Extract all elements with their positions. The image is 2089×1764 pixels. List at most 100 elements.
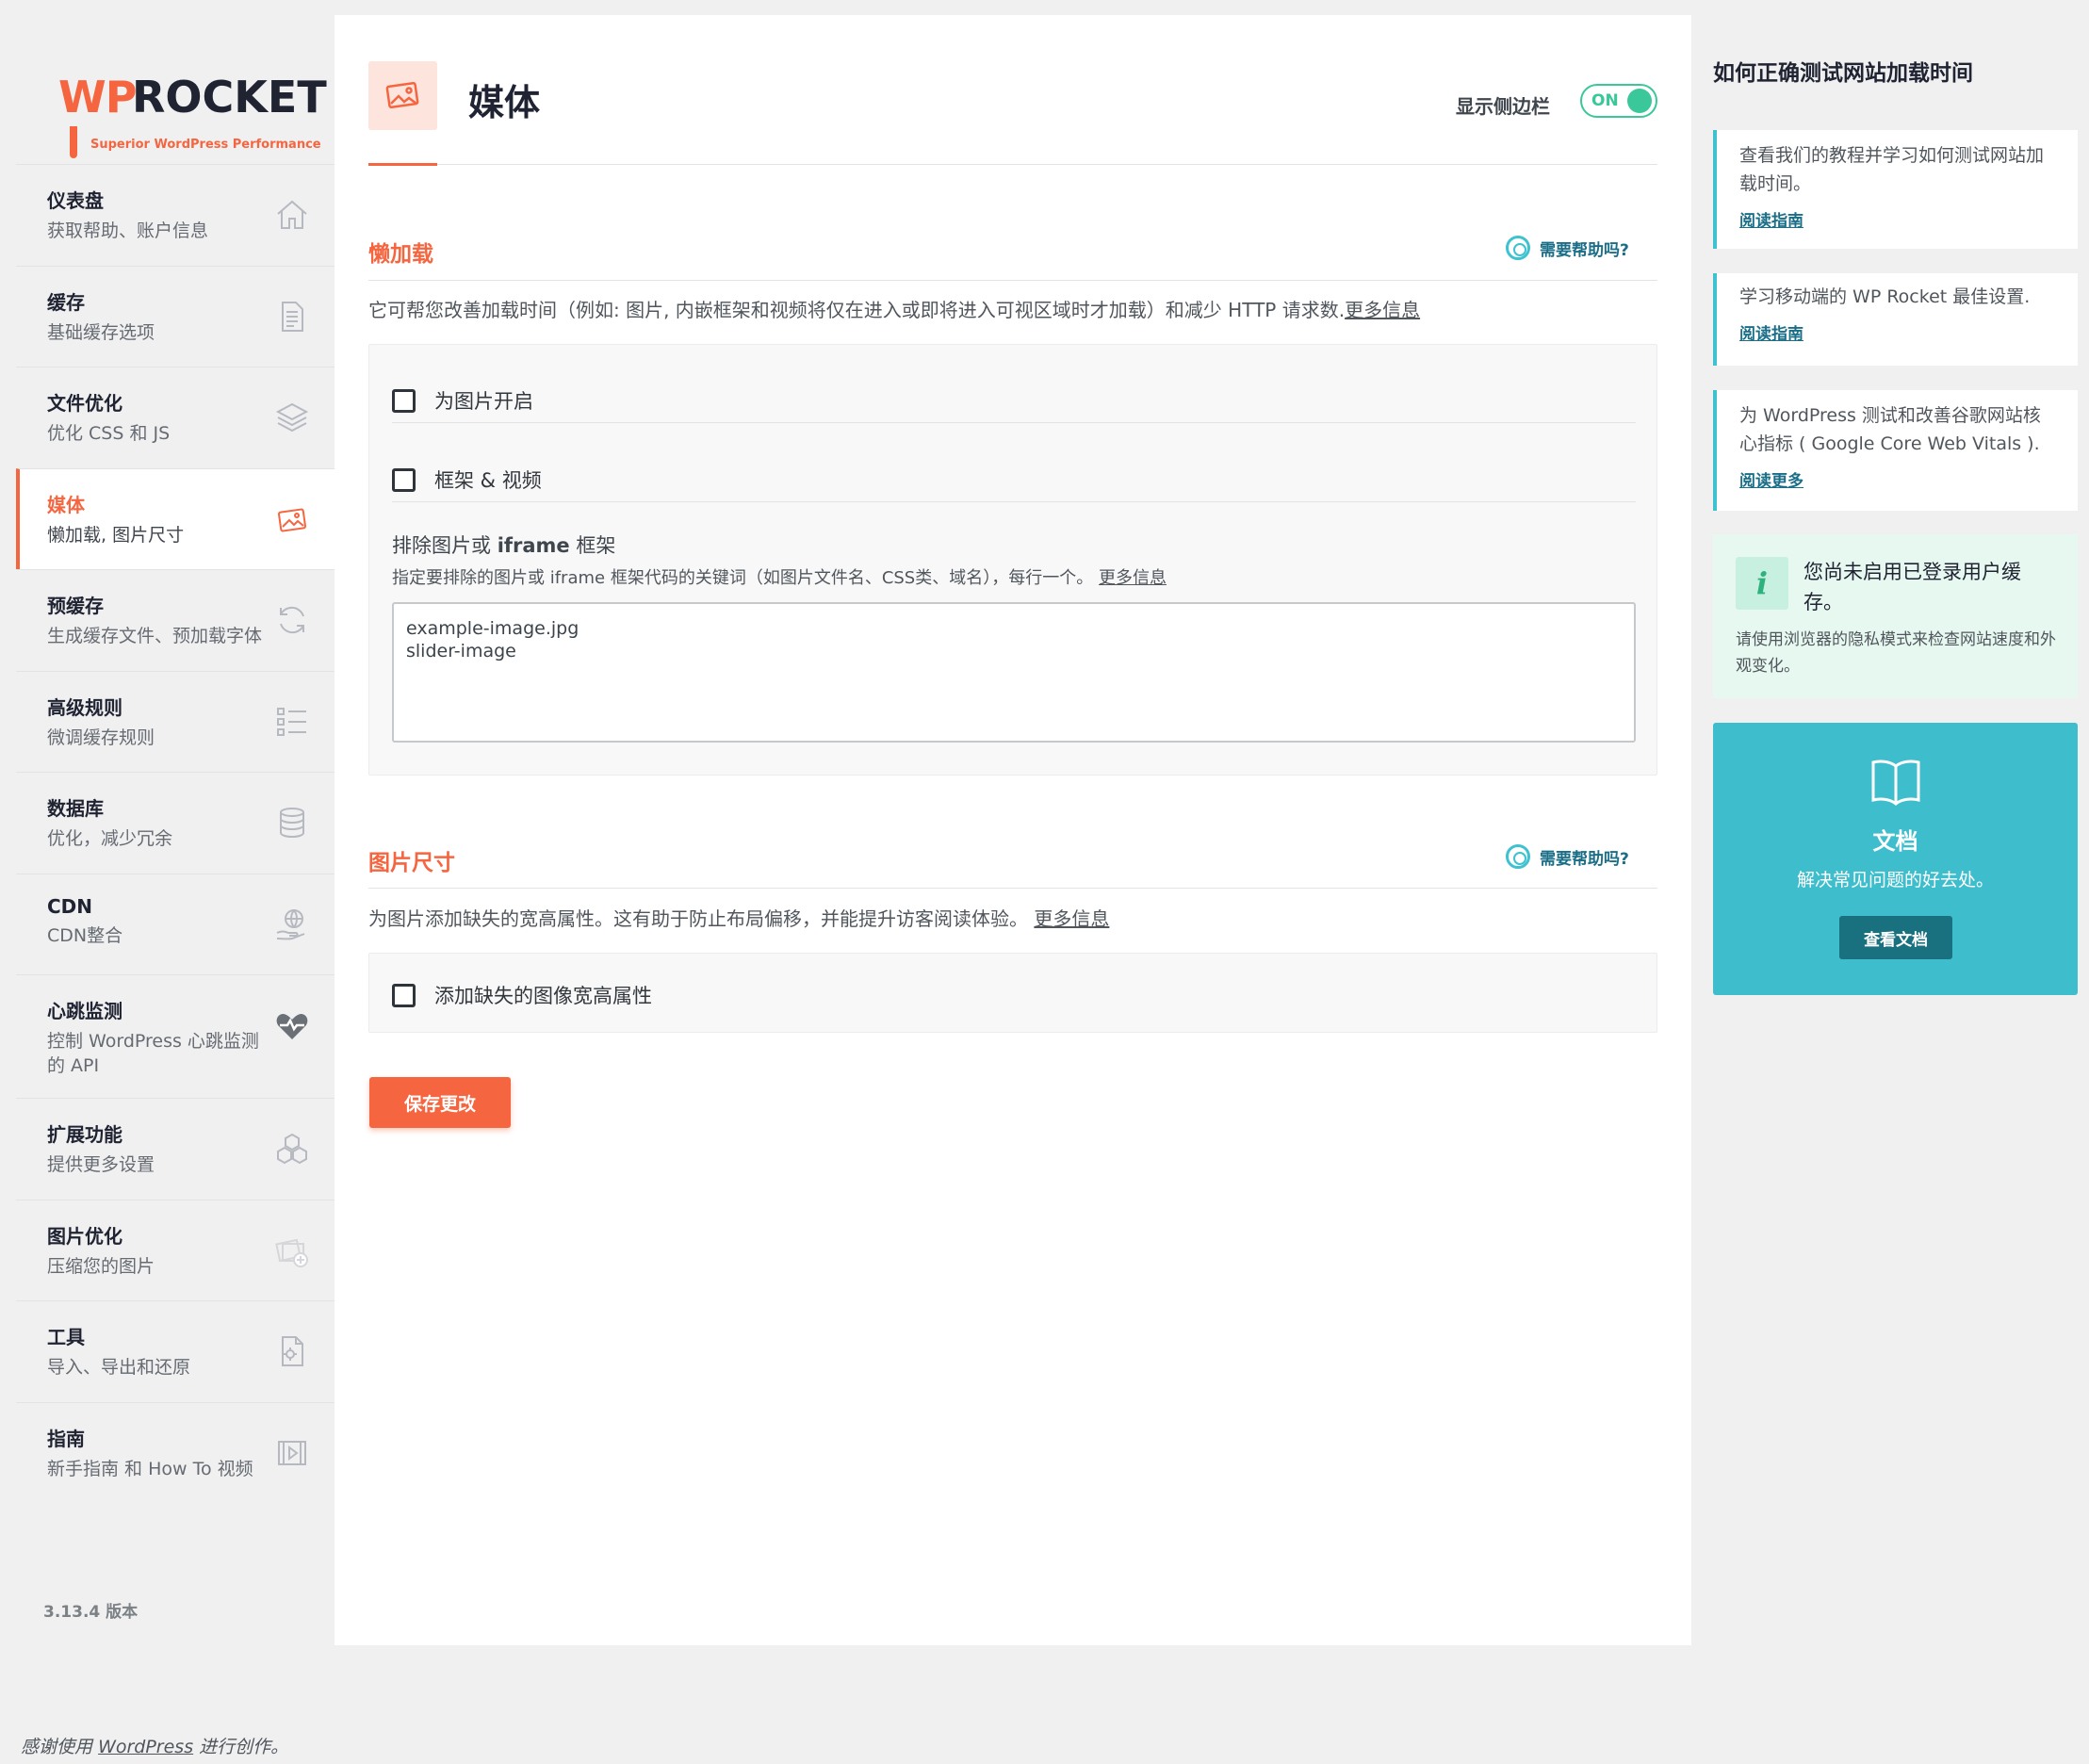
list-icon — [277, 707, 306, 736]
lifebuoy-icon — [1506, 844, 1530, 869]
video-icon — [278, 1440, 306, 1465]
header-accent — [368, 163, 437, 166]
option-lazyload-iframes[interactable]: 框架 & 视频 — [392, 466, 542, 494]
nav-item-desc: CDN整合 — [47, 924, 123, 946]
globe-hand-icon — [276, 908, 305, 939]
toggle-knob — [1627, 89, 1652, 113]
info-icon: i — [1736, 557, 1788, 610]
nav-item-desc: 新手指南 和 How To 视频 — [47, 1458, 253, 1479]
logo-rocket: ROCKET — [132, 72, 327, 122]
sidebar-nav: 仪表盘 获取帮助、账户信息 缓存 基础缓存选项 文件优化 优化 CSS 和 JS… — [16, 164, 335, 1503]
nav-item-desc: 控制 WordPress 心跳监测的 API — [47, 1031, 259, 1076]
checkbox[interactable] — [392, 467, 416, 492]
nav-item-desc: 基础缓存选项 — [47, 321, 155, 343]
nav-item-tutorials[interactable]: 指南 新手指南 和 How To 视频 — [16, 1401, 335, 1504]
exclude-desc: 指定要排除的图片或 iframe 框架代码的关键词（如图片文件名、CSS类、域名… — [392, 568, 1167, 588]
exclude-title: 排除图片或 iframe 框架 — [392, 534, 616, 557]
option-image-dimensions[interactable]: 添加缺失的图像宽高属性 — [392, 981, 652, 1009]
info-desc: 请使用浏览器的隐私模式来检查网站速度和外观变化。 — [1736, 630, 2056, 676]
home-icon — [277, 200, 307, 229]
nav-item-heartbeat[interactable]: 心跳监测 控制 WordPress 心跳监测的 API — [16, 974, 335, 1098]
nav-item-desc: 优化，减少冗余 — [47, 828, 173, 849]
guide-card: 查看我们的教程并学习如何测试网站加载时间。 阅读指南 — [1713, 130, 2078, 249]
card-text: 为 WordPress 测试和改善谷歌网站核心指标 ( Google Core … — [1739, 405, 2041, 454]
docs-panel: 文档 解决常见问题的好去处。 查看文档 — [1713, 723, 2078, 995]
page-title: 媒体 — [468, 82, 541, 123]
card-link[interactable]: 阅读指南 — [1739, 320, 2055, 344]
guide-card: 学习移动端的 WP Rocket 最佳设置. 阅读指南 — [1713, 273, 2078, 366]
nav-item-database[interactable]: 数据库 优化，减少冗余 — [16, 772, 335, 874]
nav-item-advanced-rules[interactable]: 高级规则 微调缓存规则 — [16, 670, 335, 773]
book-icon — [1871, 760, 1920, 806]
dimensions-help-link[interactable]: 需要帮助吗? — [1506, 844, 1629, 869]
nav-item-desc: 生成缓存文件、预加载字体 — [47, 626, 263, 646]
nav-item-desc: 获取帮助、账户信息 — [47, 220, 209, 241]
nav-item-media[interactable]: 媒体 懒加载, 图片尺寸 — [16, 467, 335, 569]
heartbeat-icon — [276, 1014, 308, 1039]
more-info-link[interactable]: 更多信息 — [1345, 299, 1420, 321]
toggle-state: ON — [1591, 91, 1619, 110]
dimensions-options-box: 添加缺失的图像宽高属性 — [368, 953, 1657, 1033]
checkbox[interactable] — [392, 388, 416, 413]
option-lazyload-images[interactable]: 为图片开启 — [392, 386, 533, 415]
lifebuoy-icon — [1506, 236, 1530, 260]
wp-rocket-logo[interactable]: WP ROCKET Superior WordPress Performance — [58, 55, 327, 158]
card-text: 学习移动端的 WP Rocket 最佳设置. — [1739, 286, 2031, 307]
wordpress-link[interactable]: WordPress — [98, 1737, 193, 1757]
card-link[interactable]: 阅读更多 — [1739, 467, 2055, 491]
lazyload-help-link[interactable]: 需要帮助吗? — [1506, 236, 1629, 260]
info-notice: i 您尚未启用已登录用户缓存。 请使用浏览器的隐私模式来检查网站速度和外观变化。 — [1713, 534, 2078, 698]
sidebar-toggle[interactable]: ON — [1580, 84, 1657, 118]
more-info-link[interactable]: 更多信息 — [1099, 568, 1167, 588]
section-divider — [368, 888, 1657, 889]
card-text: 查看我们的教程并学习如何测试网站加载时间。 — [1739, 145, 2045, 194]
nav-item-preload[interactable]: 预缓存 生成缓存文件、预加载字体 — [16, 569, 335, 671]
option-label: 框架 & 视频 — [434, 469, 542, 492]
option-label: 为图片开启 — [434, 390, 533, 413]
info-title: 您尚未启用已登录用户缓存。 — [1803, 561, 2021, 613]
nav-item-addons[interactable]: 扩展功能 提供更多设置 — [16, 1098, 335, 1200]
nav-item-image-optimization[interactable]: 图片优化 压缩您的图片 — [16, 1199, 335, 1301]
page-icon — [368, 61, 437, 130]
file-gear-icon — [282, 1336, 303, 1366]
photos-icon — [275, 1238, 308, 1267]
sidebar-toggle-label: 显示侧边栏 — [1456, 95, 1550, 118]
right-panel-title: 如何正确测试网站加载时间 — [1713, 61, 1973, 86]
rocket-flame-icon — [70, 126, 77, 158]
help-label: 需要帮助吗? — [1540, 240, 1629, 260]
card-link[interactable]: 阅读指南 — [1739, 207, 2055, 231]
nav-item-file-optimization[interactable]: 文件优化 优化 CSS 和 JS — [16, 367, 335, 468]
nav-item-cache[interactable]: 缓存 基础缓存选项 — [16, 265, 335, 368]
nav-item-cdn[interactable]: CDN CDN整合 — [16, 873, 335, 975]
nav-item-tools[interactable]: 工具 导入、导出和还原 — [16, 1300, 335, 1402]
logo-wp: WP — [58, 72, 137, 122]
more-info-link[interactable]: 更多信息 — [1034, 907, 1109, 930]
docs-desc: 解决常见问题的好去处。 — [1796, 870, 1994, 890]
nav-item-dashboard[interactable]: 仪表盘 获取帮助、账户信息 — [16, 164, 335, 266]
view-docs-button[interactable]: 查看文档 — [1839, 916, 1952, 959]
guide-card: 为 WordPress 测试和改善谷歌网站核心指标 ( Google Core … — [1713, 390, 2078, 511]
section-divider — [368, 280, 1657, 281]
option-label: 添加缺失的图像宽高属性 — [434, 985, 652, 1007]
nav-item-desc: 压缩您的图片 — [47, 1255, 155, 1277]
save-button[interactable]: 保存更改 — [369, 1077, 511, 1128]
cubes-icon — [277, 1133, 307, 1165]
lazyload-desc: 它可帮您改善加载时间（例如: 图片, 内嵌框架和视频将仅在进入或即将进入可视区域… — [368, 299, 1421, 321]
nav-item-desc: 微调缓存规则 — [47, 727, 155, 748]
dimensions-title: 图片尺寸 — [368, 851, 455, 875]
nav-item-desc: 懒加载, 图片尺寸 — [47, 524, 185, 546]
document-icon — [282, 301, 303, 332]
exclude-keywords-textarea[interactable] — [392, 602, 1636, 743]
sidebar: WP ROCKET Superior WordPress Performance… — [0, 15, 335, 1645]
lazyload-title: 懒加载 — [368, 242, 433, 267]
dimensions-desc: 为图片添加缺失的宽高属性。这有助于防止布局偏移，并能提升访客阅读体验。 更多信息 — [368, 907, 1110, 930]
nav-item-desc: 导入、导出和还原 — [47, 1357, 191, 1378]
nav-item-desc: 提供更多设置 — [47, 1154, 155, 1175]
help-label: 需要帮助吗? — [1540, 849, 1629, 869]
database-icon — [280, 808, 304, 839]
option-divider — [392, 422, 1636, 423]
image-icon — [385, 82, 419, 108]
logo-tagline: Superior WordPress Performance — [90, 138, 321, 152]
layers-icon — [275, 402, 309, 433]
checkbox[interactable] — [392, 983, 416, 1007]
